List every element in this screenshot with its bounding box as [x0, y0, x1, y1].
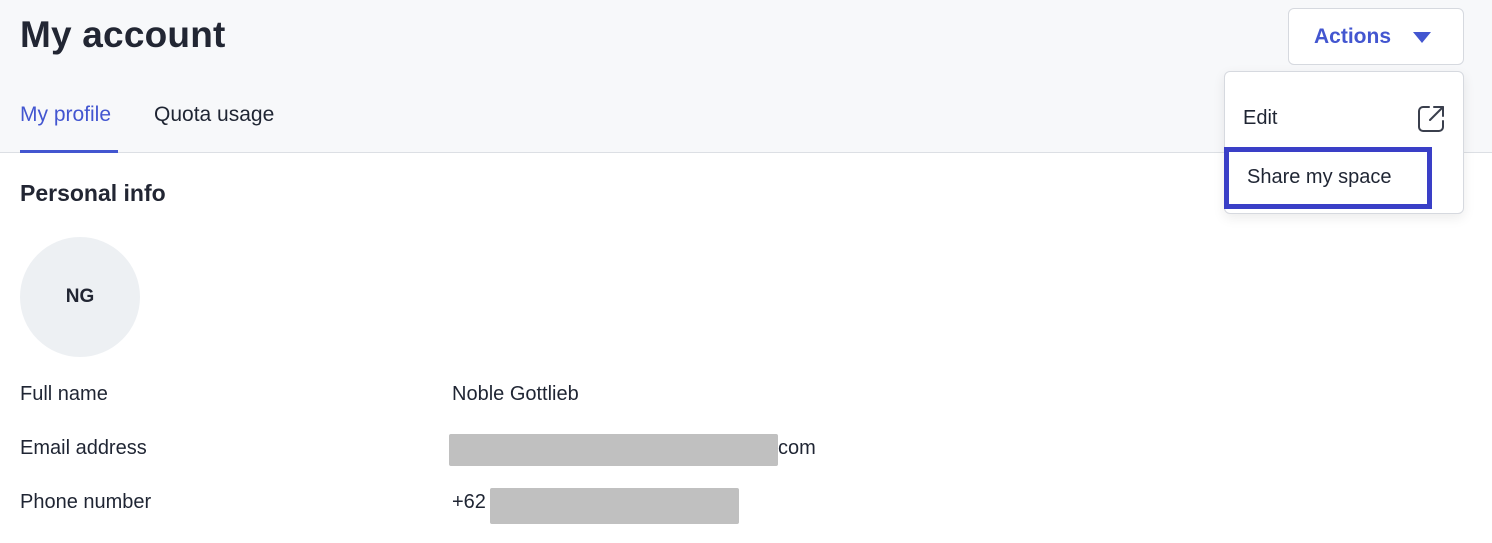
actions-button-label: Actions: [1314, 24, 1392, 48]
phone-number-label: Phone number: [20, 491, 152, 513]
email-redaction: [449, 434, 778, 466]
phone-redaction: [490, 488, 739, 524]
email-address-label: Email address: [20, 437, 147, 459]
full-name-value: Noble Gottlieb: [452, 383, 579, 405]
actions-dropdown-menu: Edit Share my space: [1224, 71, 1464, 214]
page-title: My account: [20, 14, 226, 55]
section-title-personal-info: Personal info: [20, 180, 166, 206]
email-address-value-suffix: com: [778, 437, 816, 459]
menu-item-share-my-space[interactable]: Share my space: [1224, 147, 1432, 209]
menu-item-edit-label: Edit: [1243, 107, 1278, 129]
external-link-icon: [1418, 106, 1444, 132]
caret-down-icon: [1413, 32, 1431, 43]
phone-number-value-prefix: +62: [452, 491, 486, 513]
tab-my-profile[interactable]: My profile: [20, 95, 118, 153]
menu-item-edit[interactable]: Edit: [1225, 100, 1463, 140]
tab-quota-usage[interactable]: Quota usage: [154, 95, 284, 153]
actions-button[interactable]: Actions: [1288, 8, 1464, 65]
avatar: NG: [20, 237, 140, 357]
full-name-label: Full name: [20, 383, 108, 405]
